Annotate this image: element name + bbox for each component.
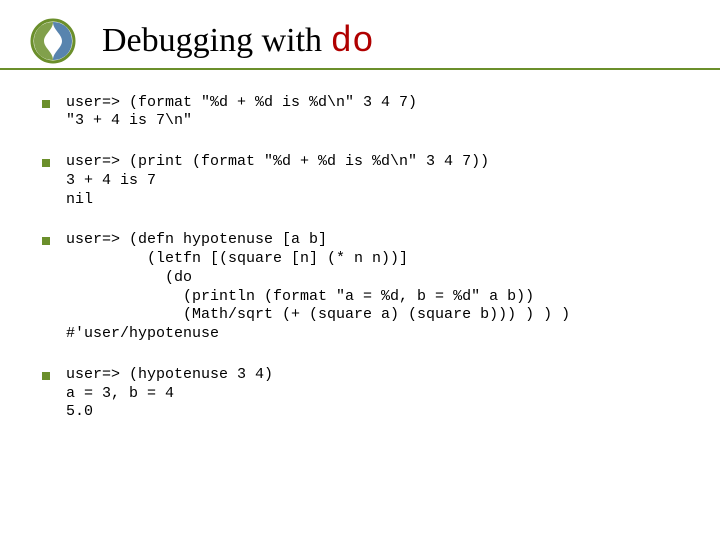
code-block: user=> (format "%d + %d is %d\n" 3 4 7) … [66, 94, 417, 132]
slide: Debugging with do user=> (format "%d + %… [0, 0, 720, 540]
bullet-icon [42, 159, 50, 167]
code-block: user=> (defn hypotenuse [a b] (letfn [(s… [66, 231, 570, 344]
slide-title: Debugging with do [102, 12, 720, 62]
title-prefix: Debugging with [102, 22, 331, 59]
title-rule [0, 68, 720, 70]
slide-content: user=> (format "%d + %d is %d\n" 3 4 7) … [0, 70, 720, 423]
bullet-icon [42, 372, 50, 380]
title-keyword: do [331, 21, 374, 62]
slide-header: Debugging with do [0, 0, 720, 70]
code-block: user=> (hypotenuse 3 4) a = 3, b = 4 5.0 [66, 366, 273, 422]
list-item: user=> (print (format "%d + %d is %d\n" … [42, 153, 690, 209]
clojure-logo-icon [30, 18, 76, 64]
list-item: user=> (format "%d + %d is %d\n" 3 4 7) … [42, 94, 690, 132]
list-item: user=> (hypotenuse 3 4) a = 3, b = 4 5.0 [42, 366, 690, 422]
list-item: user=> (defn hypotenuse [a b] (letfn [(s… [42, 231, 690, 344]
bullet-icon [42, 237, 50, 245]
code-block: user=> (print (format "%d + %d is %d\n" … [66, 153, 489, 209]
bullet-icon [42, 100, 50, 108]
